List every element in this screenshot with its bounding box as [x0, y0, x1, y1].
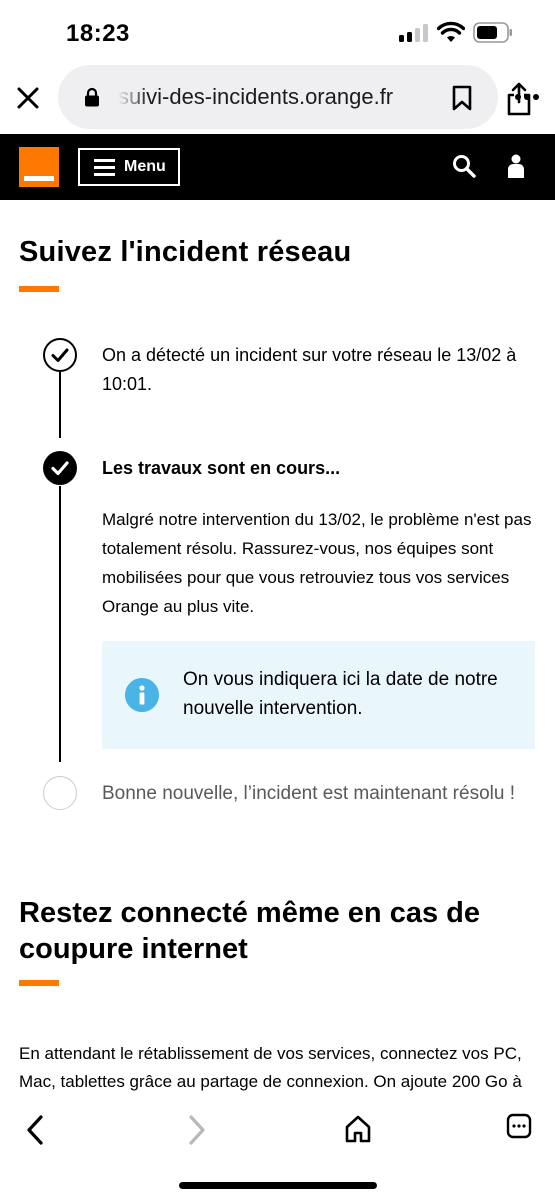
menu-label: Menu [124, 158, 166, 175]
section-title: Restez connecté même en cas de coupure i… [19, 897, 480, 965]
forward-icon[interactable] [186, 1114, 208, 1146]
step-1-text: On a détecté un incident sur votre résea… [102, 345, 517, 394]
check-icon [51, 461, 69, 476]
wifi-icon [437, 21, 465, 42]
status-time: 18:23 [66, 20, 130, 47]
info-box: On vous indiquera ici la date de notre n… [102, 641, 535, 749]
signal-icon [399, 24, 429, 42]
back-icon[interactable] [24, 1114, 46, 1146]
info-icon [125, 678, 159, 712]
url-text: suivi-des-incidents.orange.fr [118, 84, 394, 109]
home-indicator [179, 1182, 377, 1189]
hamburger-icon [94, 158, 115, 176]
step-2-title: Les travaux sont en cours... [102, 458, 341, 478]
tabs-icon[interactable] [506, 1113, 532, 1139]
bookmark-icon[interactable] [451, 85, 473, 111]
step-pending-icon [43, 776, 77, 810]
battery-icon [473, 22, 512, 43]
orange-logo[interactable] [19, 147, 59, 187]
section-underline [19, 980, 59, 986]
close-icon[interactable] [14, 84, 42, 112]
address-bar[interactable]: suivi-des-incidents.orange.fr [58, 65, 531, 129]
title-underline [19, 286, 59, 292]
site-header: Menu [0, 134, 555, 200]
browser-toolbar: suivi-des-incidents.orange.fr [0, 62, 555, 134]
user-icon[interactable] [506, 154, 526, 178]
timeline-line [59, 486, 61, 762]
step-current-icon [43, 451, 77, 485]
check-icon [51, 348, 69, 362]
timeline-line [59, 372, 61, 438]
browser-bottom-bar [0, 1100, 555, 1200]
home-icon[interactable] [344, 1114, 372, 1144]
search-icon[interactable] [452, 154, 476, 178]
more-icon[interactable] [514, 92, 540, 102]
info-text: On vous indiquera ici la date de notre n… [183, 669, 498, 719]
step-3-text: Bonne nouvelle, l’incident est maintenan… [102, 783, 515, 804]
menu-button[interactable]: Menu [78, 148, 180, 186]
page-title: Suivez l'incident réseau [19, 236, 352, 268]
step-2-text: Malgré notre intervention du 13/02, le p… [102, 510, 532, 616]
status-bar: 18:23 [0, 0, 555, 62]
lock-icon [85, 87, 99, 107]
step-done-icon [43, 338, 77, 372]
